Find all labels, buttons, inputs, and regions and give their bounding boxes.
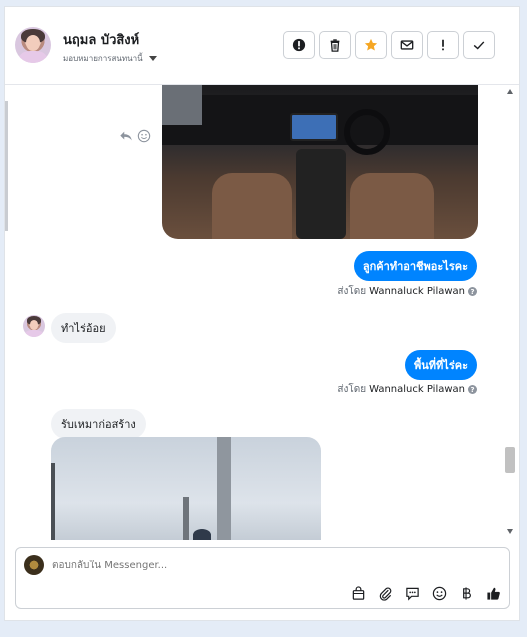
sent-by-prefix: ส่งโดย — [337, 384, 367, 395]
contact-name[interactable]: นฤมล บัวสิงห์ — [63, 29, 139, 50]
trash-icon — [330, 39, 340, 52]
exclamation-icon — [442, 39, 444, 51]
baht-payment-icon[interactable] — [459, 586, 474, 601]
conversation-panel: นฤมล บัวสิงห์ มอบหมายการสนทนานี้ ลูกค้าท… — [4, 6, 520, 621]
sender-name: Wannaluck Pilawan — [369, 286, 465, 297]
assign-label: มอบหมายการสนทนานี้ — [63, 54, 143, 63]
header-actions — [283, 31, 495, 59]
check-icon — [473, 41, 485, 50]
follow-up-button[interactable] — [427, 31, 459, 59]
caret-down-icon — [148, 56, 157, 61]
car-interior-photo[interactable] — [162, 85, 478, 239]
paperclip-icon[interactable] — [378, 586, 393, 601]
sent-by-label: ส่งโดย Wannaluck Pilawan ? — [337, 382, 477, 397]
message-scrollbar[interactable] — [505, 85, 515, 540]
contact-avatar[interactable] — [15, 27, 51, 63]
delete-button[interactable] — [319, 31, 351, 59]
alert-circle-icon — [292, 38, 306, 52]
message-hover-actions — [119, 129, 151, 143]
scroll-up-arrow-icon[interactable] — [507, 89, 513, 94]
incoming-message[interactable]: รับเหมาก่อสร้าง — [51, 409, 146, 439]
reply-input[interactable] — [52, 560, 432, 571]
help-icon[interactable]: ? — [468, 385, 477, 394]
help-icon[interactable]: ? — [468, 287, 477, 296]
emoji-icon[interactable] — [432, 586, 447, 601]
thumbs-up-icon[interactable] — [486, 586, 501, 601]
contact-message-avatar — [23, 315, 45, 337]
scroll-down-arrow-icon[interactable] — [507, 529, 513, 534]
sent-by-label: ส่งโดย Wannaluck Pilawan ? — [337, 284, 477, 299]
sender-name: Wannaluck Pilawan — [369, 384, 465, 395]
reply-composer — [15, 547, 510, 609]
mark-unread-button[interactable] — [391, 31, 423, 59]
incoming-message[interactable]: ทำไร่อ้อย — [51, 313, 116, 343]
assign-conversation-dropdown[interactable]: มอบหมายการสนทนานี้ — [63, 52, 157, 65]
outgoing-message[interactable]: พื้นที่ที่ไร่คะ — [405, 350, 477, 380]
left-scroll-edge — [5, 101, 8, 231]
composer-tools — [351, 586, 501, 601]
envelope-icon — [400, 40, 414, 50]
mark-done-button[interactable] — [463, 31, 495, 59]
bag-icon[interactable] — [351, 586, 366, 601]
star-icon — [364, 38, 378, 51]
page-avatar — [24, 555, 44, 575]
conversation-header: นฤมล บัวสิงห์ มอบหมายการสนทนานี้ — [5, 7, 519, 85]
outgoing-message[interactable]: ลูกค้าทำอาชีพอะไรคะ — [353, 251, 477, 281]
smiley-icon[interactable] — [137, 129, 151, 143]
message-list[interactable]: ลูกค้าทำอาชีพอะไรคะ ส่งโดย Wannaluck Pil… — [5, 85, 519, 540]
scroll-thumb[interactable] — [505, 447, 515, 473]
sent-by-prefix: ส่งโดย — [337, 286, 367, 297]
report-button[interactable] — [283, 31, 315, 59]
saved-reply-icon[interactable] — [405, 586, 420, 601]
reply-icon[interactable] — [119, 129, 133, 143]
construction-photo[interactable] — [51, 437, 321, 540]
star-button[interactable] — [355, 31, 387, 59]
